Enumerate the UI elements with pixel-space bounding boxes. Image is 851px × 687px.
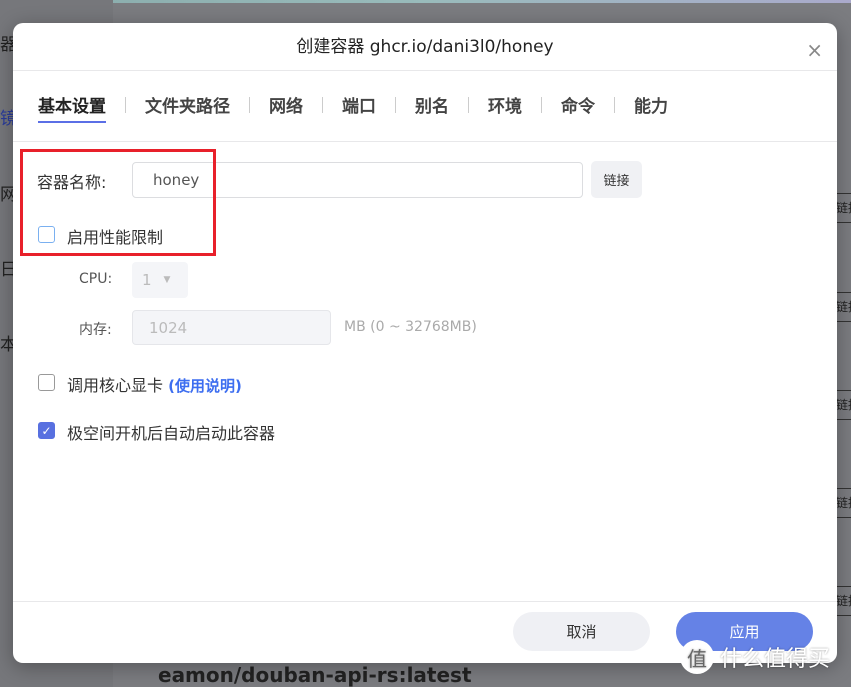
cpu-label: CPU:: [79, 271, 113, 287]
gpu-label-text: 调用核心显卡: [67, 376, 164, 395]
usage-guide-link[interactable]: (使用说明): [168, 377, 242, 395]
tab-env[interactable]: 环境: [488, 92, 522, 123]
gpu-label: 调用核心显卡 (使用说明): [67, 372, 242, 396]
cpu-value: 1: [142, 271, 152, 289]
cpu-select[interactable]: 1 ▼: [132, 262, 188, 298]
tab-bar: 基本设置 文件夹路径 网络 端口 别名 环境 命令 能力: [38, 92, 668, 123]
bg-list-item: eamon/douban-api-rs:latest: [158, 663, 472, 687]
cancel-button[interactable]: 取消: [513, 612, 650, 651]
divider: [13, 601, 837, 602]
watermark: 值 什么值得买: [680, 640, 830, 674]
gpu-checkbox[interactable]: [38, 374, 55, 391]
divider: [13, 141, 837, 142]
check-icon: ✓: [41, 423, 52, 438]
tab-command[interactable]: 命令: [561, 92, 595, 123]
tab-folders[interactable]: 文件夹路径: [145, 92, 230, 123]
bg-link-button: 链接: [836, 390, 851, 420]
highlight-box: [20, 149, 216, 256]
tab-ports[interactable]: 端口: [342, 92, 376, 123]
dialog-title: 创建容器 ghcr.io/dani3l0/honey: [296, 37, 554, 57]
watermark-text: 什么值得买: [720, 647, 831, 672]
bg-link-button: 链接: [836, 193, 851, 223]
tab-network[interactable]: 网络: [269, 92, 303, 123]
watermark-logo: 值: [680, 640, 714, 674]
bg-link-button: 链接: [836, 292, 851, 322]
autostart-checkbox[interactable]: ✓: [38, 422, 55, 439]
background-topbar: [0, 0, 851, 3]
tab-capabilities[interactable]: 能力: [634, 92, 668, 123]
memory-label: 内存:: [79, 322, 112, 338]
tab-basic[interactable]: 基本设置: [38, 92, 106, 123]
create-container-dialog: 创建容器 ghcr.io/dani3l0/honey × 基本设置 文件夹路径 …: [13, 23, 837, 663]
tab-alias[interactable]: 别名: [415, 92, 449, 123]
autostart-label: 极空间开机后自动启动此容器: [67, 424, 276, 443]
close-icon[interactable]: ×: [806, 38, 823, 62]
memory-hint: MB (0 ~ 32768MB): [344, 319, 477, 335]
bg-link-button: 链接: [836, 488, 851, 518]
link-button[interactable]: 链接: [591, 161, 642, 198]
chevron-down-icon: ▼: [163, 275, 171, 285]
divider: [13, 70, 837, 71]
bg-link-button: 链接: [836, 586, 851, 616]
memory-input[interactable]: 1024: [132, 310, 331, 345]
